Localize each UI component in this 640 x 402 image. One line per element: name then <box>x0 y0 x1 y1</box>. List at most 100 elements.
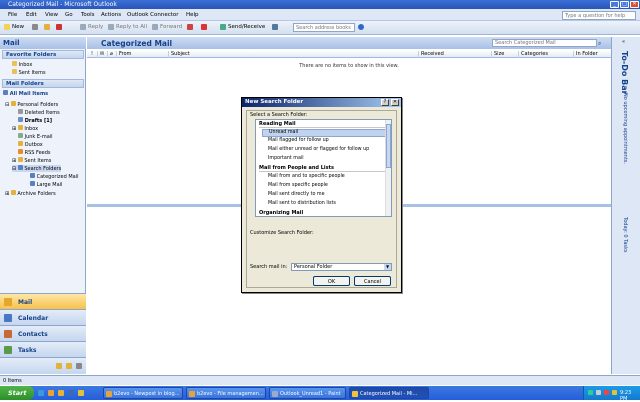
tree-item[interactable]: Drafts [1] <box>18 117 52 124</box>
address-book-button[interactable] <box>272 24 278 30</box>
reply-button[interactable]: Reply <box>80 24 103 30</box>
menu-view[interactable]: View <box>45 12 58 18</box>
tree-item[interactable]: ⊞ Sent Items <box>12 157 51 164</box>
new-button[interactable]: New <box>4 24 24 30</box>
delete-button[interactable] <box>56 24 62 30</box>
list-scrollbar[interactable] <box>385 120 391 216</box>
print-button[interactable] <box>32 24 38 30</box>
todo-bar-title[interactable]: To-Do Bar <box>620 51 629 95</box>
list-item[interactable]: Mail from specific people <box>262 183 386 191</box>
nav-button-tasks[interactable]: Tasks <box>0 341 86 357</box>
firefox-icon[interactable] <box>48 390 54 396</box>
list-item[interactable]: Important mail <box>262 156 386 164</box>
column-size[interactable]: Size <box>491 51 518 58</box>
column-from[interactable]: From <box>116 51 168 58</box>
nav-button-contacts[interactable]: Contacts <box>0 325 86 341</box>
address-book-search-input[interactable]: Search address books <box>293 23 355 32</box>
reply-all-button[interactable]: Reply to All <box>108 24 147 30</box>
tree-item[interactable]: ⊞ Inbox <box>12 125 38 132</box>
ok-button[interactable]: OK <box>313 276 350 286</box>
menu-go[interactable]: Go <box>65 12 73 18</box>
categorize-button[interactable] <box>187 24 193 30</box>
list-item[interactable]: Mail sent directly to me <box>262 192 386 200</box>
favorite-folders-header[interactable]: Favorite Folders <box>2 50 84 59</box>
column-icon[interactable]: ✉ <box>97 51 104 58</box>
list-item[interactable]: Mail from and to specific people <box>262 174 386 182</box>
forward-button[interactable]: Forward <box>152 24 182 30</box>
tree-item[interactable]: Junk E-mail <box>18 133 53 140</box>
help-search-input[interactable]: Type a question for help <box>562 11 636 20</box>
tree-item[interactable]: ⊞ Archive Folders <box>5 190 56 197</box>
search-folder-icon <box>30 181 35 186</box>
tree-item[interactable]: Large Mail <box>30 181 62 188</box>
security-icon[interactable] <box>604 390 609 395</box>
column-received[interactable]: Received <box>418 51 491 58</box>
folder-search-input[interactable]: Search Categorized Mail <box>492 39 597 47</box>
configure-buttons-icon[interactable] <box>76 363 82 369</box>
outlook-tray-icon[interactable] <box>612 390 617 395</box>
search-in-select[interactable]: Personal Folder ▼ <box>291 263 392 271</box>
column-categories[interactable]: Categories <box>518 51 573 58</box>
forward-icon <box>152 24 158 30</box>
all-mail-items[interactable]: All Mail Items <box>3 90 48 97</box>
tree-item-selected[interactable]: ⊟ Search Folders <box>12 165 62 172</box>
dialog-help-button[interactable]: ? <box>381 99 389 106</box>
close-button[interactable]: ✕ <box>630 1 639 8</box>
favorite-sent-items[interactable]: Sent Items <box>12 69 46 76</box>
tree-item[interactable]: Deleted Items <box>18 109 60 116</box>
taskbar-button[interactable]: b2evo - File managemen... <box>186 387 266 399</box>
list-item[interactable]: Mail flagged for follow up <box>262 138 386 146</box>
list-group-header: Organizing Mail <box>259 210 385 216</box>
taskbar-button[interactable]: Outlook_Unread1 - Paint <box>269 387 346 399</box>
tree-item[interactable]: RSS Feeds <box>18 149 51 156</box>
select-folder-label: Select a Search Folder: <box>250 112 308 118</box>
list-item[interactable]: Mail sent to distribution lists <box>262 201 386 209</box>
ie-icon[interactable] <box>38 390 44 396</box>
column-in-folder[interactable]: In Folder <box>573 51 609 58</box>
minimize-button[interactable]: _ <box>610 1 619 8</box>
start-button[interactable]: Start <box>0 386 34 400</box>
menu-edit[interactable]: Edit <box>26 12 37 18</box>
nav-button-calendar[interactable]: Calendar <box>0 309 86 325</box>
mail-folders-header[interactable]: Mail Folders <box>2 79 84 88</box>
taskbar-button-active[interactable]: Categorized Mail - Mi... <box>349 387 429 399</box>
folder-icon <box>10 101 16 106</box>
show-desktop-icon[interactable] <box>68 390 74 396</box>
taskbar-button[interactable]: b2evo - Newpost in blog... <box>103 387 183 399</box>
menu-outlook-connector[interactable]: Outlook Connector <box>127 12 179 18</box>
expand-icon[interactable]: « <box>622 39 625 45</box>
send-receive-button[interactable]: Send/Receive <box>220 24 265 30</box>
chevron-down-icon[interactable]: ▼ <box>384 264 391 270</box>
outlook-icon[interactable] <box>78 390 84 396</box>
column-attachment[interactable]: ⌀ <box>107 51 113 58</box>
tree-item[interactable]: Categorized Mail <box>30 173 78 180</box>
network-icon[interactable] <box>588 390 593 395</box>
column-subject[interactable]: Subject <box>168 51 418 58</box>
tree-item[interactable]: Outbox <box>18 141 43 148</box>
nav-button-mail[interactable]: Mail <box>0 293 86 309</box>
tree-item[interactable]: ⊟ Personal Folders <box>5 101 58 108</box>
maximize-button[interactable]: □ <box>620 1 629 8</box>
menu-file[interactable]: File <box>8 12 17 18</box>
menu-tools[interactable]: Tools <box>81 12 95 18</box>
list-item[interactable]: Mail either unread or flagged for follow… <box>262 147 386 155</box>
help-button[interactable] <box>358 24 364 30</box>
move-button[interactable] <box>44 24 50 30</box>
column-importance[interactable]: ! <box>89 51 93 58</box>
folder-list-icon[interactable] <box>56 363 62 369</box>
explorer-icon[interactable] <box>58 390 64 396</box>
taskbar: Start b2evo - Newpost in blog... b2evo -… <box>0 386 640 402</box>
search-icon[interactable]: ⌕ <box>598 40 601 48</box>
menu-help[interactable]: Help <box>186 12 199 18</box>
dialog-close-button[interactable]: ✕ <box>391 99 399 106</box>
favorite-inbox[interactable]: Inbox <box>12 61 32 68</box>
shortcuts-icon[interactable] <box>66 363 72 369</box>
volume-icon[interactable] <box>596 390 601 395</box>
cancel-button[interactable]: Cancel <box>354 276 391 286</box>
list-item-selected[interactable]: Unread mail <box>262 129 386 137</box>
search-in-label: Search mail in: <box>250 264 288 270</box>
menu-actions[interactable]: Actions <box>101 12 121 18</box>
search-folder-list[interactable]: Reading Mail Unread mail Mail flagged fo… <box>255 119 392 217</box>
scrollbar-thumb[interactable] <box>386 124 391 168</box>
flag-button[interactable] <box>201 24 207 30</box>
